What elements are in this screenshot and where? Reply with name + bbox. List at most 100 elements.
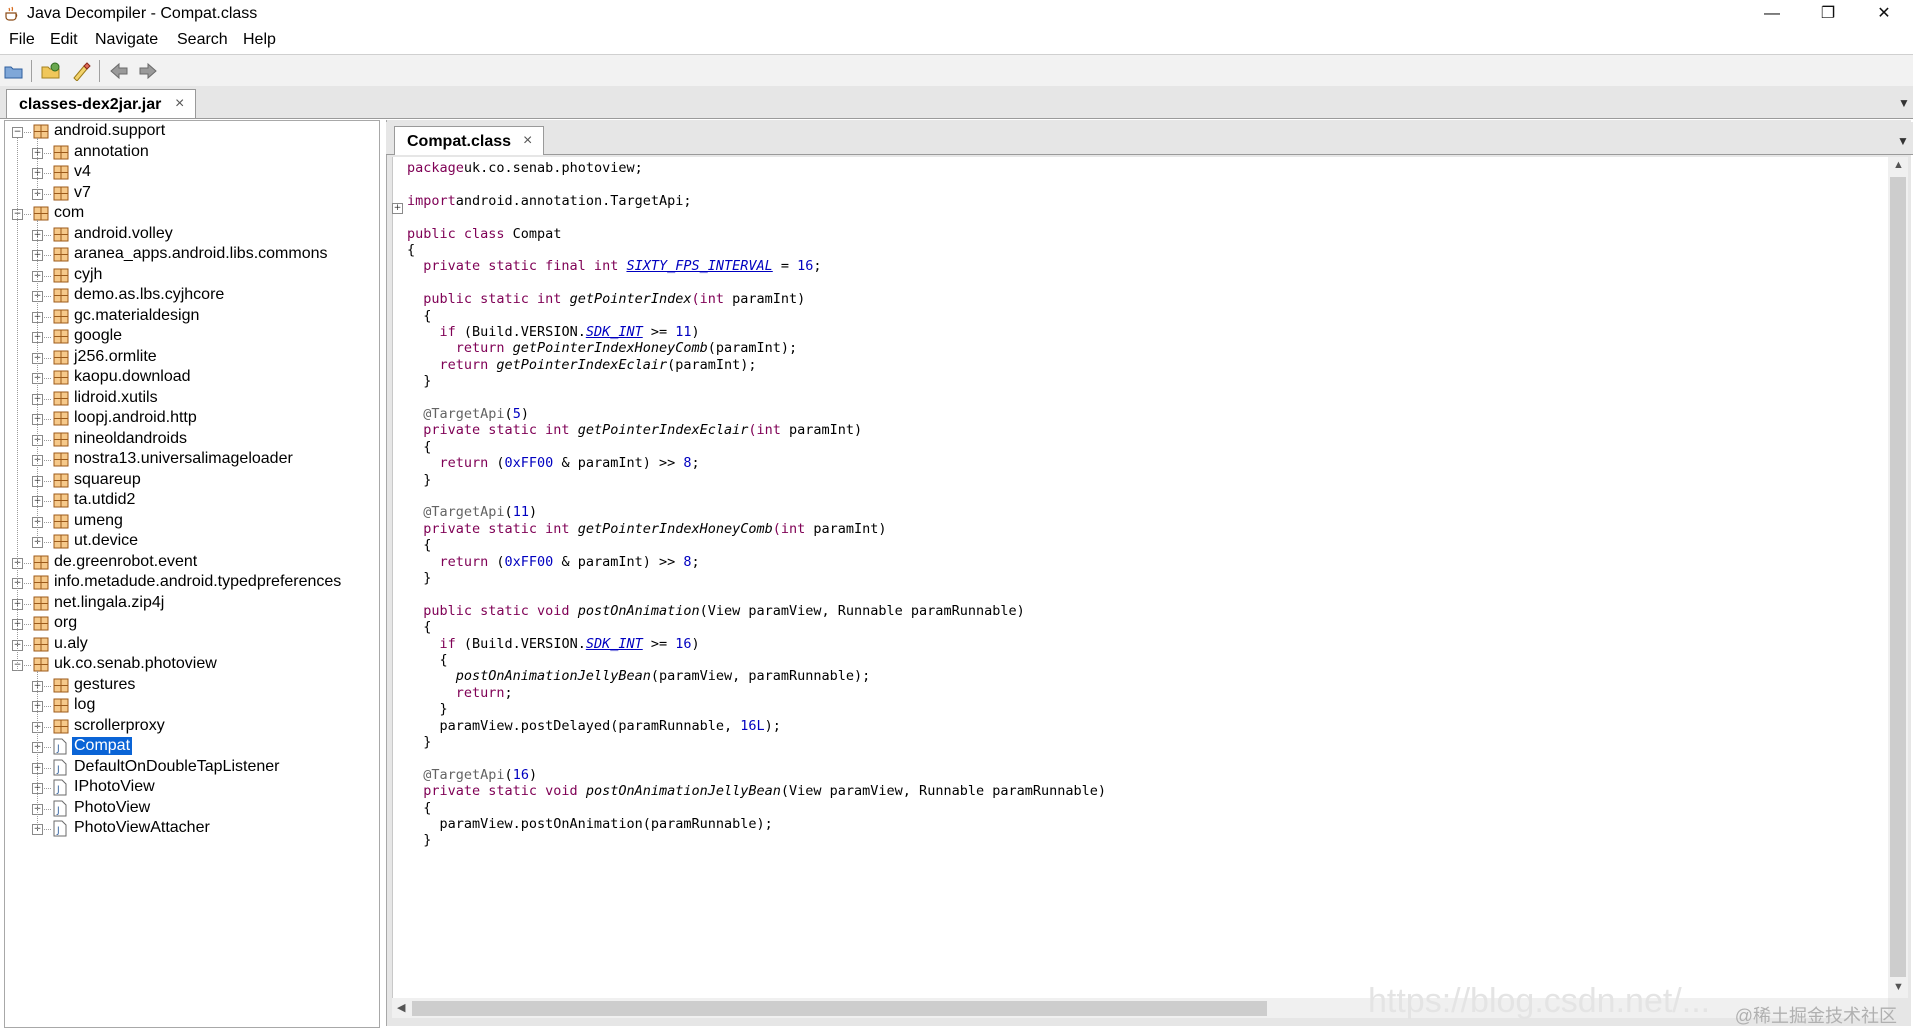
tree-node-label[interactable]: scrollerproxy <box>72 717 167 735</box>
tab-list-menu-icon[interactable]: ▼ <box>1898 96 1910 110</box>
tree-node[interactable]: + v7 <box>5 183 375 205</box>
menu-help[interactable]: Help <box>243 31 276 49</box>
clear-icon[interactable] <box>70 61 92 81</box>
tree-node[interactable]: + aranea_apps.android.libs.commons <box>5 244 375 266</box>
tree-node[interactable]: − com <box>5 203 375 225</box>
tab-classes-dex2jar[interactable]: classes-dex2jar.jar × <box>6 89 196 118</box>
tab-list-menu-icon[interactable]: ▼ <box>1897 134 1909 148</box>
tree-node-label[interactable]: de.greenrobot.event <box>52 553 199 571</box>
scroll-up-icon[interactable]: ▲ <box>1893 159 1904 171</box>
tree-node-label[interactable]: loopj.android.http <box>72 409 199 427</box>
tree-node[interactable]: + v4 <box>5 162 375 184</box>
tree-node[interactable]: + net.lingala.zip4j <box>5 593 375 615</box>
scroll-down-icon[interactable]: ▼ <box>1893 981 1904 993</box>
tree-node[interactable]: + annotation <box>5 142 375 164</box>
tree-node-label[interactable]: net.lingala.zip4j <box>52 594 166 612</box>
tree-node[interactable]: + nostra13.universalimageloader <box>5 449 375 471</box>
code-token: } <box>407 570 432 586</box>
tree-node-label[interactable]: u.aly <box>52 635 90 653</box>
tree-node-label[interactable]: kaopu.download <box>72 368 193 386</box>
tree-node[interactable]: − android.support <box>5 121 375 143</box>
close-icon[interactable]: × <box>175 95 184 113</box>
tree-node-label[interactable]: DefaultOnDoubleTapListener <box>72 758 281 776</box>
tree-node-label[interactable]: lidroid.xutils <box>72 389 160 407</box>
tree-node[interactable]: + j256.ormlite <box>5 347 375 369</box>
tree-node-label[interactable]: aranea_apps.android.libs.commons <box>72 245 329 263</box>
scroll-left-icon[interactable]: ◀ <box>397 1001 405 1014</box>
tree-node[interactable]: + ta.utdid2 <box>5 490 375 512</box>
tree-node-label[interactable]: info.metadude.android.typedpreferences <box>52 573 343 591</box>
tab-compat-class[interactable]: Compat.class × <box>394 126 544 155</box>
tree-node-label[interactable]: gestures <box>72 676 137 694</box>
collapse-icon[interactable]: − <box>12 127 23 138</box>
tree-node[interactable]: + android.volley <box>5 224 375 246</box>
vertical-scrollbar[interactable]: ▲ ▼ <box>1888 157 1908 998</box>
tree-node[interactable]: + u.aly <box>5 634 375 656</box>
forward-icon[interactable] <box>137 61 159 81</box>
tree-node[interactable]: + gestures <box>5 675 375 697</box>
tree-node[interactable]: + squareup <box>5 470 375 492</box>
close-icon[interactable]: × <box>523 132 532 150</box>
tree-node-label[interactable]: android.volley <box>72 225 175 243</box>
tree-node-label[interactable]: v4 <box>72 163 93 181</box>
tree-node-label[interactable]: uk.co.senab.photoview <box>52 655 219 673</box>
tree-node-label[interactable]: umeng <box>72 512 125 530</box>
tree-node[interactable]: + lidroid.xutils <box>5 388 375 410</box>
tree-node[interactable]: + google <box>5 326 375 348</box>
tree-node[interactable]: + J PhotoViewAttacher <box>5 818 375 840</box>
tree-node[interactable]: + scrollerproxy <box>5 716 375 738</box>
horizontal-scroll-thumb[interactable] <box>412 1001 1267 1016</box>
tree-node-label[interactable]: nostra13.universalimageloader <box>72 450 295 468</box>
tree-node[interactable]: + J Compat <box>5 736 375 758</box>
open-file-icon[interactable] <box>3 61 25 81</box>
tree-node[interactable]: + J IPhotoView <box>5 777 375 799</box>
tree-node[interactable]: + demo.as.lbs.cyjhcore <box>5 285 375 307</box>
tree-node[interactable]: + log <box>5 695 375 717</box>
open-folder-icon[interactable] <box>40 61 62 81</box>
tree-node-label[interactable]: Compat <box>72 737 133 755</box>
tree-node-label[interactable]: org <box>52 614 79 632</box>
tree-node-label[interactable]: PhotoView <box>72 799 152 817</box>
tree-node[interactable]: + org <box>5 613 375 635</box>
tree-node[interactable]: + cyjh <box>5 265 375 287</box>
source-code-view[interactable]: packageuk.co.senab.photoview; importandro… <box>392 157 1889 998</box>
tree-node[interactable]: − uk.co.senab.photoview <box>5 654 375 676</box>
tree-node[interactable]: + gc.materialdesign <box>5 306 375 328</box>
menu-search[interactable]: Search <box>177 31 228 49</box>
tree-node[interactable]: + nineoldandroids <box>5 429 375 451</box>
tree-node[interactable]: + de.greenrobot.event <box>5 552 375 574</box>
tree-node-label[interactable]: IPhotoView <box>72 778 157 796</box>
tree-node[interactable]: + kaopu.download <box>5 367 375 389</box>
tree-node-label[interactable]: com <box>52 204 86 222</box>
tree-node-label[interactable]: gc.materialdesign <box>72 307 201 325</box>
tree-node-label[interactable]: nineoldandroids <box>72 430 189 448</box>
tree-node-label[interactable]: PhotoViewAttacher <box>72 819 212 837</box>
tree-node[interactable]: + loopj.android.http <box>5 408 375 430</box>
tree-node-label[interactable]: android.support <box>52 122 167 140</box>
tree-node[interactable]: + umeng <box>5 511 375 533</box>
minimize-button[interactable]: — <box>1744 0 1800 28</box>
expand-imports-icon[interactable]: + <box>392 203 403 214</box>
window-title: Java Decompiler - Compat.class <box>27 5 258 22</box>
tree-node-label[interactable]: cyjh <box>72 266 104 284</box>
close-button[interactable]: ✕ <box>1856 0 1912 28</box>
menu-navigate[interactable]: Navigate <box>95 31 158 49</box>
tree-node-label[interactable]: ut.device <box>72 532 140 550</box>
menu-file[interactable]: File <box>9 31 35 49</box>
back-icon[interactable] <box>108 61 130 81</box>
tree-node[interactable]: + ut.device <box>5 531 375 553</box>
tree-node-label[interactable]: annotation <box>72 143 151 161</box>
tree-node-label[interactable]: squareup <box>72 471 143 489</box>
tree-node-label[interactable]: log <box>72 696 97 714</box>
tree-node-label[interactable]: google <box>72 327 124 345</box>
tree-node-label[interactable]: demo.as.lbs.cyjhcore <box>72 286 226 304</box>
restore-button[interactable]: ❐ <box>1800 0 1856 28</box>
tree-node[interactable]: + info.metadude.android.typedpreferences <box>5 572 375 594</box>
tree-node[interactable]: + J DefaultOnDoubleTapListener <box>5 757 375 779</box>
vertical-scroll-thumb[interactable] <box>1890 177 1906 977</box>
tree-node[interactable]: + J PhotoView <box>5 798 375 820</box>
menu-edit[interactable]: Edit <box>50 31 78 49</box>
tree-node-label[interactable]: v7 <box>72 184 93 202</box>
tree-node-label[interactable]: j256.ormlite <box>72 348 159 366</box>
tree-node-label[interactable]: ta.utdid2 <box>72 491 137 509</box>
